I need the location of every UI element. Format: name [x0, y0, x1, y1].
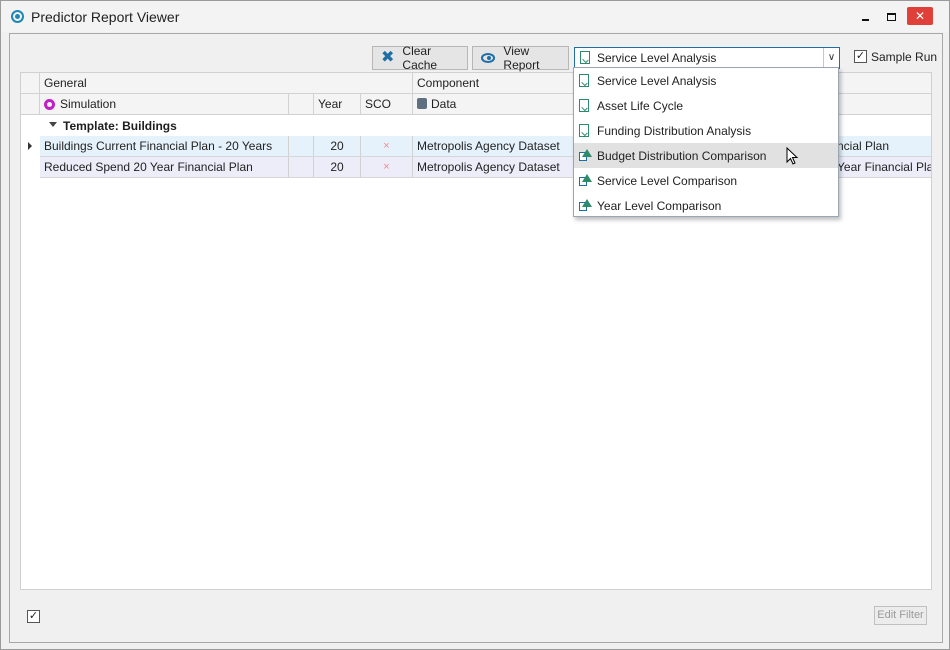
menu-item-asset-life-cycle[interactable]: Asset Life Cycle: [574, 93, 838, 118]
filter-checkbox[interactable]: ✓: [27, 610, 40, 623]
clear-icon: ✖: [381, 49, 395, 66]
app-icon: [11, 10, 24, 23]
view-report-label: View Report: [503, 44, 540, 72]
group-label: Template: Buildings: [63, 119, 177, 133]
edit-filter-button[interactable]: Edit Filter: [874, 606, 927, 625]
column-year[interactable]: Year: [314, 94, 361, 114]
cell-simulation: Buildings Current Financial Plan - 20 Ye…: [40, 136, 289, 156]
menu-item-funding-distribution-analysis[interactable]: Funding Distribution Analysis: [574, 118, 838, 143]
report-doc-icon: [579, 124, 589, 137]
minimize-icon: [861, 18, 869, 21]
row-indicator-icon: [28, 142, 32, 150]
cell-sco: ×: [361, 157, 413, 177]
cell-year: 20: [314, 157, 361, 177]
window-title: Predictor Report Viewer: [31, 9, 180, 25]
minimize-button[interactable]: [853, 7, 877, 25]
menu-item-label: Service Level Analysis: [597, 73, 717, 88]
menu-item-label: Budget Distribution Comparison: [597, 148, 767, 163]
sample-run-label: Sample Run: [871, 50, 938, 64]
report-select[interactable]: Service Level Analysis ∨: [574, 47, 840, 69]
menu-item-service-level-comparison[interactable]: Service Level Comparison: [574, 168, 838, 193]
menu-item-label: Year Level Comparison: [597, 198, 722, 213]
comparison-icon: [579, 174, 592, 186]
report-dropdown-menu: Service Level Analysis Asset Life Cycle …: [573, 67, 839, 217]
menu-item-label: Asset Life Cycle: [597, 98, 684, 113]
menu-item-label: Service Level Comparison: [597, 173, 738, 188]
chevron-down-icon[interactable]: ∨: [823, 48, 839, 68]
menu-item-budget-distribution-comparison[interactable]: Budget Distribution Comparison: [574, 143, 838, 168]
cell-extra: Year Financial Plan: [837, 160, 931, 174]
database-icon: [417, 98, 427, 109]
clear-cache-button[interactable]: ✖ Clear Cache: [372, 44, 468, 72]
cell-sco: ×: [361, 136, 413, 156]
cell-year: 20: [314, 136, 361, 156]
report-doc-icon: [579, 74, 589, 87]
view-report-button[interactable]: View Report: [472, 44, 569, 72]
column-data-label: Data: [431, 97, 457, 111]
maximize-button[interactable]: [879, 7, 903, 25]
menu-item-service-level-analysis[interactable]: Service Level Analysis: [574, 68, 838, 93]
menu-item-year-level-comparison[interactable]: Year Level Comparison: [574, 193, 838, 218]
column-simulation[interactable]: Simulation: [40, 94, 289, 114]
title-bar: Predictor Report Viewer ✕: [1, 1, 949, 32]
cell-simulation: Reduced Spend 20 Year Financial Plan: [40, 157, 289, 177]
app-window: Predictor Report Viewer ✕ ✖ Clear Cache …: [0, 0, 950, 650]
eye-icon: [481, 53, 496, 63]
column-simulation-label: Simulation: [60, 97, 117, 111]
report-select-value: Service Level Analysis: [597, 51, 717, 65]
sample-run-checkbox[interactable]: ✓: [854, 50, 867, 63]
report-doc-icon: [579, 99, 589, 112]
column-blank[interactable]: [289, 94, 314, 114]
mouse-cursor-icon: [786, 147, 798, 165]
column-sco[interactable]: SCO: [361, 94, 413, 114]
menu-item-label: Funding Distribution Analysis: [597, 123, 752, 138]
cell-extra: ncial Plan: [837, 139, 890, 153]
simulation-icon: [44, 99, 55, 110]
collapse-icon[interactable]: [49, 122, 57, 127]
report-doc-icon: [580, 51, 590, 64]
comparison-icon: [579, 149, 592, 161]
clear-cache-label: Clear Cache: [402, 44, 438, 72]
close-button[interactable]: ✕: [907, 7, 933, 25]
band-general[interactable]: General: [40, 73, 413, 93]
maximize-icon: [886, 12, 896, 21]
comparison-icon: [579, 199, 592, 211]
close-icon: ✕: [914, 9, 926, 23]
